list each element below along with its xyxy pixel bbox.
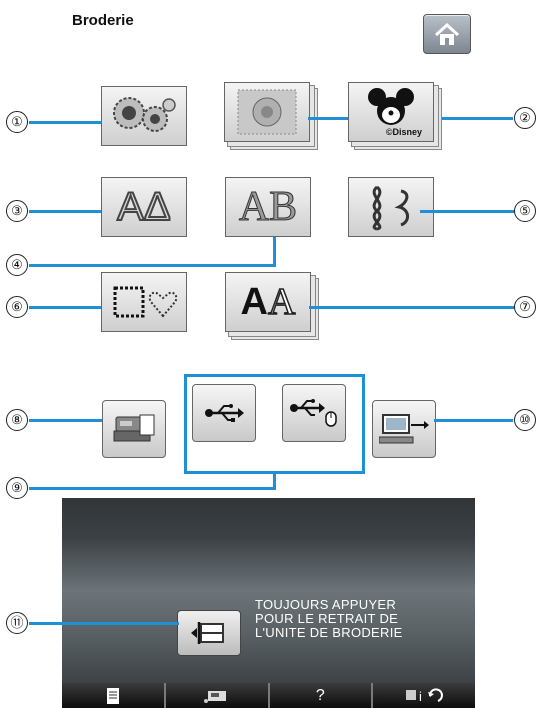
callout-3: ③	[6, 200, 28, 222]
lace-pattern-icon	[237, 89, 297, 135]
font-letter-outline: A	[267, 280, 296, 324]
remove-unit-button[interactable]	[177, 610, 241, 656]
help-icon: ?	[315, 686, 325, 704]
callout-8: ⑧	[6, 409, 28, 431]
callout-5: ⑤	[514, 200, 536, 222]
message-line-2: POUR LE RETRAIT DE	[255, 611, 399, 626]
disney-caption: ©Disney	[385, 127, 423, 137]
disney-design-button[interactable]: ©Disney	[348, 82, 442, 150]
callout-6: ⑥	[6, 296, 28, 318]
document-button[interactable]	[62, 683, 164, 708]
pattern-design-button[interactable]	[224, 82, 318, 150]
callout-1: ①	[6, 111, 28, 133]
floral-alphabet-button[interactable]: AB	[225, 177, 311, 237]
embroidery-pattern-button[interactable]	[101, 86, 187, 146]
home-icon	[434, 22, 460, 45]
settings-info-icon: i	[406, 687, 444, 704]
alphabet-fonts-button[interactable]: A A	[225, 272, 319, 340]
frame-letters-button[interactable]: AΔ	[101, 177, 187, 237]
embroidery-unit-panel: TOUJOURS APPUYER POUR LE RETRAIT DE L'UN…	[62, 498, 475, 683]
document-icon	[106, 687, 119, 704]
computer-button[interactable]	[372, 400, 436, 458]
sunflower-icon	[113, 97, 176, 132]
frame-shapes-icon	[113, 286, 178, 318]
usb-icon	[205, 404, 244, 422]
usb-mouse-icon	[290, 399, 337, 427]
floral-letters-label: AB	[238, 184, 298, 231]
swirl-icon	[372, 185, 409, 231]
help-button[interactable]: ?	[267, 683, 372, 708]
settings-button[interactable]: i	[371, 683, 475, 708]
usb-media-button[interactable]	[192, 384, 256, 442]
svg-text:i: i	[419, 689, 422, 704]
machine-view-button[interactable]	[163, 683, 268, 708]
callout-7: ⑦	[514, 296, 536, 318]
home-button[interactable]	[423, 14, 471, 54]
embroidery-unit-icon	[191, 622, 224, 644]
callout-11: ⑪	[6, 612, 28, 634]
bottom-toolbar: ? i	[62, 683, 475, 708]
machine-memory-button[interactable]	[102, 400, 166, 458]
mickey-icon	[368, 88, 414, 125]
callout-9: ⑨	[6, 477, 28, 499]
remove-unit-message: TOUJOURS APPUYER POUR LE RETRAIT DE L'UN…	[255, 598, 403, 640]
callout-10: ⑩	[514, 409, 536, 431]
message-line-3: L'UNITE DE BRODERIE	[255, 625, 403, 640]
frame-shapes-button[interactable]	[101, 272, 187, 332]
message-line-1: TOUJOURS APPUYER	[255, 597, 397, 612]
decorative-stitch-button[interactable]	[348, 177, 434, 237]
frame-letters-label: AΔ	[116, 184, 171, 230]
callout-2: ②	[514, 107, 536, 129]
callout-4: ④	[6, 254, 28, 276]
page-title: Broderie	[72, 12, 134, 29]
usb-mouse-button[interactable]	[282, 384, 346, 442]
font-letter-bold: A	[240, 280, 268, 323]
sewing-machine-icon	[113, 414, 155, 442]
computer-usb-icon	[379, 414, 429, 444]
embroidery-machine-icon	[203, 690, 226, 703]
